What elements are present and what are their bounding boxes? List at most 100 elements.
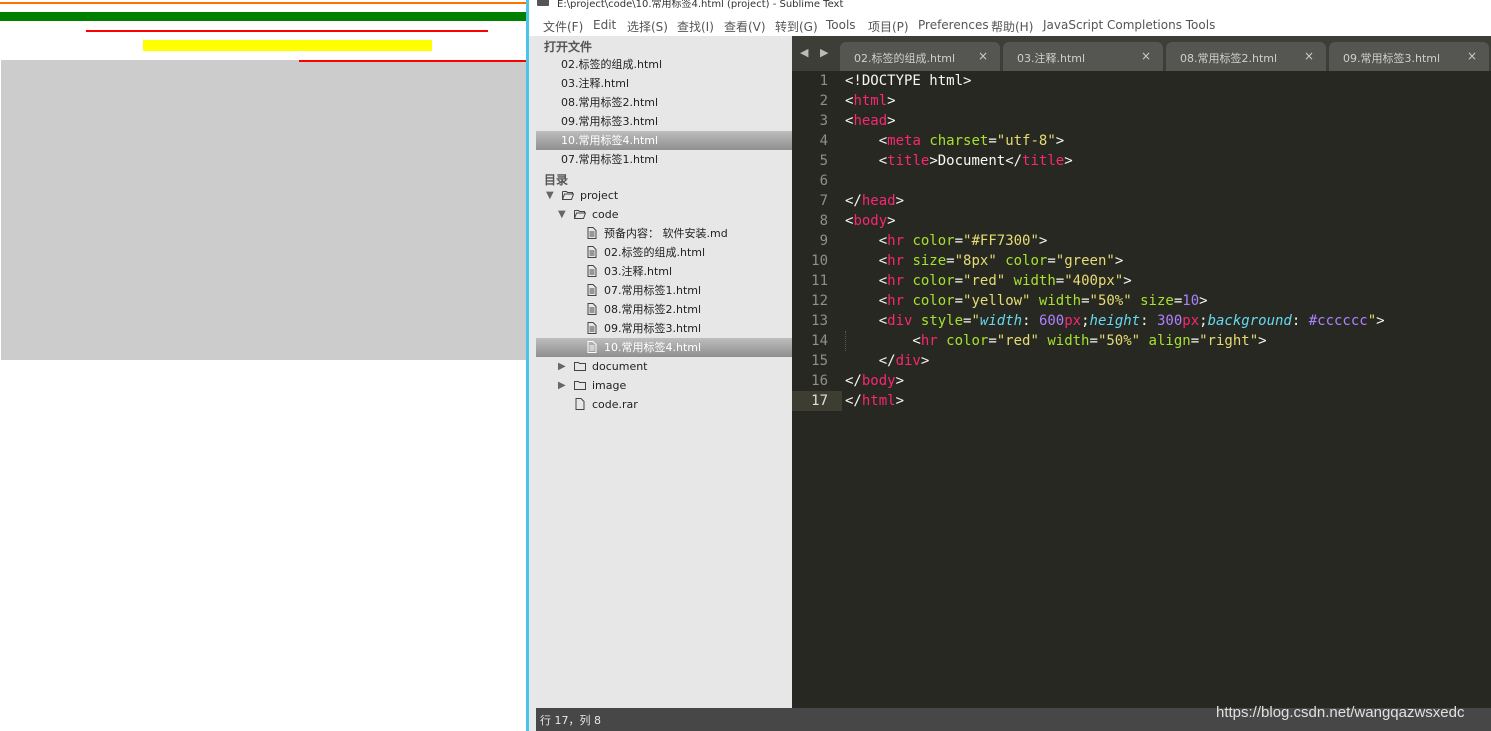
code-token: < — [845, 153, 888, 169]
code-token: : — [1140, 313, 1157, 329]
tree-label: document — [592, 360, 648, 373]
menu-help[interactable]: 帮助(H) — [991, 18, 1033, 35]
code-token: : — [1291, 313, 1309, 329]
tree-file[interactable]: code.rar — [536, 395, 792, 414]
code-token: "utf-8" — [996, 133, 1056, 149]
open-file-item[interactable]: 07.常用标签1.html — [536, 150, 792, 169]
tree-label: 08.常用标签2.html — [604, 303, 702, 316]
tree-folder-code[interactable]: ▼ code — [536, 205, 792, 224]
code-token: = — [954, 233, 964, 249]
code-token: </ — [845, 393, 862, 409]
tab-label: 08.常用标签2.html — [1180, 52, 1278, 65]
menu-edit[interactable]: Edit — [593, 18, 616, 32]
code-token: meta — [887, 133, 921, 149]
tree-folder-image[interactable]: ▶ image — [536, 376, 792, 395]
collapsed-arrow-icon[interactable]: ▶ — [558, 376, 566, 395]
open-file-item[interactable]: 09.常用标签3.html — [536, 112, 792, 131]
expanded-arrow-icon[interactable]: ▼ — [546, 186, 554, 205]
tab-close-icon[interactable]: × — [1141, 49, 1151, 63]
menu-find[interactable]: 查找(I) — [677, 18, 714, 35]
code-token: width — [979, 313, 1023, 329]
line-number: 11 — [811, 273, 828, 289]
code-token: </ — [845, 353, 896, 369]
open-file-item[interactable]: 03.注释.html — [536, 74, 792, 93]
code-token: width — [1038, 293, 1082, 309]
code-token: align — [1148, 333, 1191, 349]
code-line: </head> — [845, 191, 904, 211]
tree-label: 07.常用标签1.html — [604, 284, 702, 297]
code-line: <hr color="yellow" width="50%" size=10> — [845, 291, 1208, 311]
line-number: 10 — [811, 253, 828, 269]
tree-file[interactable]: 02.标签的组成.html — [536, 243, 792, 262]
tab-close-icon[interactable]: × — [978, 49, 988, 63]
menu-file[interactable]: 文件(F) — [543, 18, 583, 35]
tab-09[interactable]: 09.常用标签3.html × — [1329, 42, 1489, 71]
code-token: div — [895, 353, 921, 369]
code-line: <body> — [845, 211, 896, 231]
menu-view[interactable]: 查看(V) — [724, 18, 766, 35]
tab-close-icon[interactable]: × — [1467, 49, 1477, 63]
tab-label: 02.标签的组成.html — [854, 52, 956, 65]
file-icon — [587, 284, 597, 296]
code-token: = — [954, 293, 964, 309]
tree-file[interactable]: 08.常用标签2.html — [536, 300, 792, 319]
menu-tools[interactable]: Tools — [826, 18, 856, 32]
code-token: "right" — [1199, 333, 1259, 349]
tab-close-icon[interactable]: × — [1304, 49, 1314, 63]
code-editor[interactable]: 1 2 3 4 5 6 7 8 9 10 11 12 13 14 15 16 17 <!DOCTYPE html… — [792, 71, 1491, 708]
code-token: "400px" — [1064, 273, 1124, 289]
menu-js-completions-tools[interactable]: JavaScript Completions Tools — [1043, 18, 1215, 32]
code-line: <hr color="red" width="400px"> — [845, 271, 1132, 291]
open-file-label: 08.常用标签2.html — [561, 96, 659, 109]
line-number: 1 — [819, 73, 828, 89]
code-token: color — [1005, 253, 1048, 269]
code-token: div — [887, 313, 913, 329]
open-file-item-selected[interactable]: 10.常用标签4.html — [536, 131, 792, 150]
tree-folder-project[interactable]: ▼ project — [536, 186, 792, 205]
line-number: 15 — [811, 353, 828, 369]
code-token: < — [845, 313, 888, 329]
tab-08[interactable]: 08.常用标签2.html × — [1166, 42, 1326, 71]
menu-goto[interactable]: 转到(G) — [775, 18, 818, 35]
file-icon — [587, 303, 597, 315]
code-token: < — [845, 273, 888, 289]
tree-file[interactable]: 07.常用标签1.html — [536, 281, 792, 300]
tab-03[interactable]: 03.注释.html × — [1003, 42, 1163, 71]
tab-label: 09.常用标签3.html — [1343, 52, 1441, 65]
menu-preferences[interactable]: Preferences — [918, 18, 989, 32]
sublime-text-window: E:\project\code\10.常用标签4.html (project) … — [529, 0, 1491, 731]
tree-label: 09.常用标签3.html — [604, 322, 702, 335]
hr-orange — [0, 2, 526, 4]
code-token: < — [845, 333, 921, 349]
collapsed-arrow-icon[interactable]: ▶ — [558, 357, 566, 376]
tree-file[interactable]: 09.常用标签3.html — [536, 319, 792, 338]
tab-nav-arrows-icon[interactable]: ◀ ▶ — [800, 46, 832, 59]
code-token: html — [861, 393, 896, 409]
code-token: > — [1064, 153, 1073, 169]
code-token: : — [1022, 313, 1039, 329]
open-files-heading: 打开文件 — [544, 40, 593, 54]
tree-file[interactable]: 03.注释.html — [536, 262, 792, 281]
tree-folder-document[interactable]: ▶ document — [536, 357, 792, 376]
code-token: px — [1064, 313, 1082, 329]
code-token: color — [912, 273, 955, 289]
code-token: body — [861, 373, 896, 389]
open-file-item[interactable]: 02.标签的组成.html — [536, 55, 792, 74]
code-token: width — [1047, 333, 1090, 349]
code-token: "50%" — [1089, 293, 1132, 309]
file-icon — [587, 227, 597, 239]
expanded-arrow-icon[interactable]: ▼ — [558, 205, 566, 224]
tab-02[interactable]: 02.标签的组成.html × — [840, 42, 1000, 71]
menu-project[interactable]: 项目(P) — [868, 18, 909, 35]
code-token: > — [895, 373, 905, 389]
menu-selection[interactable]: 选择(S) — [627, 18, 668, 35]
open-file-item[interactable]: 08.常用标签2.html — [536, 93, 792, 112]
line-number: 14 — [811, 333, 828, 349]
tree-file[interactable]: 预备内容： 软件安装.md — [536, 224, 792, 243]
code-token: > — [1114, 253, 1124, 269]
gray-div-box — [1, 60, 526, 360]
tree-file-selected[interactable]: 10.常用标签4.html — [536, 338, 792, 357]
code-token: hr — [887, 253, 905, 269]
